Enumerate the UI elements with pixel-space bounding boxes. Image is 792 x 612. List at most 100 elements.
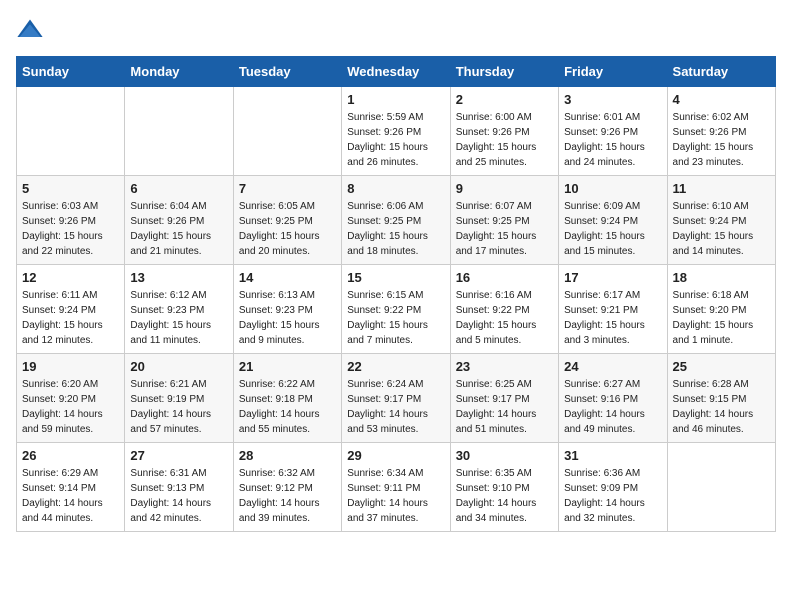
day-number: 1 [347, 92, 444, 107]
day-info: Sunrise: 6:02 AMSunset: 9:26 PMDaylight:… [673, 110, 770, 170]
day-number: 3 [564, 92, 661, 107]
day-info: Sunrise: 6:31 AMSunset: 9:13 PMDaylight:… [130, 466, 227, 526]
calendar-cell: 4 Sunrise: 6:02 AMSunset: 9:26 PMDaylight… [667, 87, 775, 176]
day-info: Sunrise: 6:12 AMSunset: 9:23 PMDaylight:… [130, 288, 227, 348]
calendar-cell: 28Sunrise: 6:32 AMSunset: 9:12 PMDayligh… [233, 443, 341, 532]
day-info: Sunrise: 6:27 AMSunset: 9:16 PMDaylight:… [564, 377, 661, 437]
day-number: 4 [673, 92, 770, 107]
calendar-cell: 20Sunrise: 6:21 AMSunset: 9:19 PMDayligh… [125, 354, 233, 443]
calendar-cell: 15Sunrise: 6:15 AMSunset: 9:22 PMDayligh… [342, 265, 450, 354]
day-number: 11 [673, 181, 770, 196]
day-info: Sunrise: 6:22 AMSunset: 9:18 PMDaylight:… [239, 377, 336, 437]
day-number: 20 [130, 359, 227, 374]
calendar-header-monday: Monday [125, 57, 233, 87]
day-number: 13 [130, 270, 227, 285]
day-number: 24 [564, 359, 661, 374]
calendar-week-4: 19 Sunrise: 6:20 AMSunset: 9:20 PMDayligh… [17, 354, 776, 443]
calendar-header-row: SundayMondayTuesdayWednesdayThursdayFrid… [17, 57, 776, 87]
calendar-cell: 13 Sunrise: 6:12 AMSunset: 9:23 PMDayligh… [125, 265, 233, 354]
calendar-cell: 22 Sunrise: 6:24 AMSunset: 9:17 PMDayligh… [342, 354, 450, 443]
calendar-cell [125, 87, 233, 176]
calendar-cell: 8 Sunrise: 6:06 AMSunset: 9:25 PMDaylight… [342, 176, 450, 265]
calendar-header-friday: Friday [559, 57, 667, 87]
day-info: Sunrise: 6:20 AMSunset: 9:20 PMDaylight:… [22, 377, 119, 437]
calendar-cell: 18Sunrise: 6:18 AMSunset: 9:20 PMDayligh… [667, 265, 775, 354]
day-info: Sunrise: 6:03 AMSunset: 9:26 PMDaylight:… [22, 199, 119, 259]
calendar-header-thursday: Thursday [450, 57, 558, 87]
calendar-cell: 31Sunrise: 6:36 AMSunset: 9:09 PMDayligh… [559, 443, 667, 532]
day-number: 18 [673, 270, 770, 285]
calendar-table: SundayMondayTuesdayWednesdayThursdayFrid… [16, 56, 776, 532]
day-info: Sunrise: 6:09 AMSunset: 9:24 PMDaylight:… [564, 199, 661, 259]
day-info: Sunrise: 6:35 AMSunset: 9:10 PMDaylight:… [456, 466, 553, 526]
day-info: Sunrise: 6:10 AMSunset: 9:24 PMDaylight:… [673, 199, 770, 259]
day-info: Sunrise: 6:06 AMSunset: 9:25 PMDaylight:… [347, 199, 444, 259]
day-number: 27 [130, 448, 227, 463]
day-info: Sunrise: 6:07 AMSunset: 9:25 PMDaylight:… [456, 199, 553, 259]
calendar-cell: 30 Sunrise: 6:35 AMSunset: 9:10 PMDayligh… [450, 443, 558, 532]
day-info: Sunrise: 6:01 AMSunset: 9:26 PMDaylight:… [564, 110, 661, 170]
calendar-cell: 6 Sunrise: 6:04 AMSunset: 9:26 PMDaylight… [125, 176, 233, 265]
calendar-cell: 2 Sunrise: 6:00 AMSunset: 9:26 PMDaylight… [450, 87, 558, 176]
day-info: Sunrise: 6:28 AMSunset: 9:15 PMDaylight:… [673, 377, 770, 437]
day-number: 9 [456, 181, 553, 196]
day-info: Sunrise: 6:04 AMSunset: 9:26 PMDaylight:… [130, 199, 227, 259]
day-number: 15 [347, 270, 444, 285]
day-info: Sunrise: 6:17 AMSunset: 9:21 PMDaylight:… [564, 288, 661, 348]
day-number: 29 [347, 448, 444, 463]
calendar-cell: 23 Sunrise: 6:25 AMSunset: 9:17 PMDayligh… [450, 354, 558, 443]
day-info: Sunrise: 6:24 AMSunset: 9:17 PMDaylight:… [347, 377, 444, 437]
calendar-week-2: 5 Sunrise: 6:03 AMSunset: 9:26 PMDaylight… [17, 176, 776, 265]
day-number: 12 [22, 270, 119, 285]
calendar-cell: 21 Sunrise: 6:22 AMSunset: 9:18 PMDayligh… [233, 354, 341, 443]
day-number: 16 [456, 270, 553, 285]
calendar-cell [17, 87, 125, 176]
calendar-cell [667, 443, 775, 532]
calendar-week-1: 1 Sunrise: 5:59 AMSunset: 9:26 PMDaylight… [17, 87, 776, 176]
day-info: Sunrise: 6:29 AMSunset: 9:14 PMDaylight:… [22, 466, 119, 526]
day-info: Sunrise: 6:32 AMSunset: 9:12 PMDaylight:… [239, 466, 336, 526]
calendar-cell: 27 Sunrise: 6:31 AMSunset: 9:13 PMDayligh… [125, 443, 233, 532]
day-number: 2 [456, 92, 553, 107]
calendar-cell: 29 Sunrise: 6:34 AMSunset: 9:11 PMDayligh… [342, 443, 450, 532]
calendar-cell: 10Sunrise: 6:09 AMSunset: 9:24 PMDayligh… [559, 176, 667, 265]
calendar-cell: 7Sunrise: 6:05 AMSunset: 9:25 PMDaylight… [233, 176, 341, 265]
day-number: 23 [456, 359, 553, 374]
calendar-header-saturday: Saturday [667, 57, 775, 87]
day-info: Sunrise: 6:16 AMSunset: 9:22 PMDaylight:… [456, 288, 553, 348]
calendar-cell: 16 Sunrise: 6:16 AMSunset: 9:22 PMDayligh… [450, 265, 558, 354]
day-number: 7 [239, 181, 336, 196]
day-number: 14 [239, 270, 336, 285]
calendar-header-wednesday: Wednesday [342, 57, 450, 87]
logo [16, 16, 48, 44]
calendar-week-5: 26 Sunrise: 6:29 AMSunset: 9:14 PMDayligh… [17, 443, 776, 532]
day-info: Sunrise: 5:59 AMSunset: 9:26 PMDaylight:… [347, 110, 444, 170]
day-number: 17 [564, 270, 661, 285]
calendar-cell: 19 Sunrise: 6:20 AMSunset: 9:20 PMDayligh… [17, 354, 125, 443]
calendar-week-3: 12 Sunrise: 6:11 AMSunset: 9:24 PMDayligh… [17, 265, 776, 354]
logo-icon [16, 16, 44, 44]
day-number: 22 [347, 359, 444, 374]
calendar-cell [233, 87, 341, 176]
day-number: 21 [239, 359, 336, 374]
calendar-cell: 5 Sunrise: 6:03 AMSunset: 9:26 PMDaylight… [17, 176, 125, 265]
day-number: 6 [130, 181, 227, 196]
day-info: Sunrise: 6:34 AMSunset: 9:11 PMDaylight:… [347, 466, 444, 526]
calendar-cell: 3 Sunrise: 6:01 AMSunset: 9:26 PMDaylight… [559, 87, 667, 176]
calendar-cell: 14 Sunrise: 6:13 AMSunset: 9:23 PMDayligh… [233, 265, 341, 354]
calendar-cell: 9 Sunrise: 6:07 AMSunset: 9:25 PMDaylight… [450, 176, 558, 265]
day-info: Sunrise: 6:25 AMSunset: 9:17 PMDaylight:… [456, 377, 553, 437]
calendar-cell: 1 Sunrise: 5:59 AMSunset: 9:26 PMDaylight… [342, 87, 450, 176]
day-number: 19 [22, 359, 119, 374]
day-info: Sunrise: 6:00 AMSunset: 9:26 PMDaylight:… [456, 110, 553, 170]
day-info: Sunrise: 6:13 AMSunset: 9:23 PMDaylight:… [239, 288, 336, 348]
calendar-header-tuesday: Tuesday [233, 57, 341, 87]
day-number: 8 [347, 181, 444, 196]
day-number: 5 [22, 181, 119, 196]
day-number: 26 [22, 448, 119, 463]
calendar-cell: 24 Sunrise: 6:27 AMSunset: 9:16 PMDayligh… [559, 354, 667, 443]
day-info: Sunrise: 6:11 AMSunset: 9:24 PMDaylight:… [22, 288, 119, 348]
page-header [16, 16, 776, 44]
day-number: 25 [673, 359, 770, 374]
day-number: 30 [456, 448, 553, 463]
